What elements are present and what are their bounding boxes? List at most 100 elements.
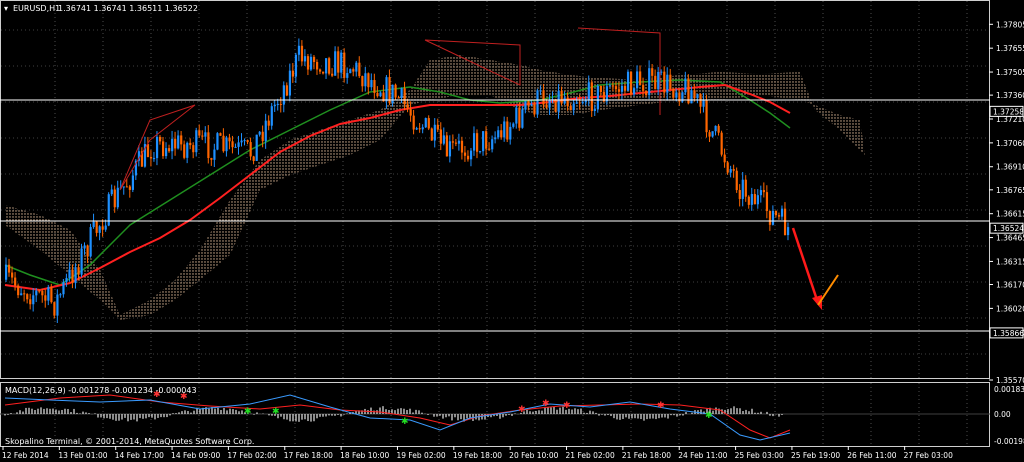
candle-body <box>71 269 74 284</box>
time-axis[interactable]: 12 Feb 2014 13 Feb 01:00 14 Feb 17:00 14 Fe… <box>2 446 953 460</box>
candle-body <box>210 158 213 160</box>
candle-body <box>717 125 720 133</box>
time-tick-label: 13 Feb 01:00 <box>58 451 107 460</box>
candle-body <box>198 130 201 136</box>
candle-body <box>237 142 240 147</box>
candle-body <box>572 103 575 111</box>
candle-body <box>442 135 445 144</box>
candle-body <box>337 51 340 73</box>
candle-body <box>68 269 71 278</box>
candle-body <box>660 71 663 73</box>
candle-body <box>518 107 521 128</box>
candle-body <box>376 92 379 97</box>
candle-body <box>491 139 494 150</box>
candle-body <box>409 109 412 116</box>
candle-body <box>17 285 20 296</box>
candle-body <box>708 132 711 137</box>
candle-body <box>433 124 436 141</box>
candle-body <box>358 62 361 77</box>
candle-body <box>77 267 80 275</box>
candle-body <box>303 56 307 62</box>
candle-body <box>267 120 270 126</box>
candle-body <box>231 141 234 148</box>
candle-body <box>331 73 334 76</box>
candle-body <box>26 294 29 300</box>
time-tick-label: 14 Feb 17:00 <box>115 451 164 460</box>
candle-body <box>657 71 660 90</box>
candle-body <box>460 140 464 153</box>
candle-body <box>457 140 461 144</box>
dropdown-arrow-icon[interactable]: ▾ <box>4 4 8 13</box>
candle-body <box>500 130 503 138</box>
candle-body <box>488 148 491 150</box>
candle-body <box>530 103 533 106</box>
candle-body <box>373 80 376 93</box>
candle-body <box>201 135 204 137</box>
candle-body <box>623 86 627 91</box>
candle-body <box>174 138 177 149</box>
candle-body <box>759 190 763 196</box>
candle-body <box>584 100 587 103</box>
price-tick-label: 1.36465 <box>996 234 1024 243</box>
candle-body <box>322 71 325 74</box>
candle-body <box>675 92 678 98</box>
candle-body <box>587 82 590 101</box>
candle-body <box>569 106 572 111</box>
candle-body <box>397 97 400 99</box>
candle-body <box>581 102 584 104</box>
candle-body <box>578 102 581 104</box>
candle-body <box>729 169 732 173</box>
time-tick-label: 14 Feb 09:00 <box>171 451 220 460</box>
svg-text:✱: ✱ <box>705 411 713 421</box>
candle-body <box>86 245 89 257</box>
candle-body <box>243 140 246 142</box>
candle-body <box>536 90 539 115</box>
candle-body <box>629 71 633 95</box>
candle-body <box>285 85 288 96</box>
candle-body <box>288 70 292 96</box>
candle-body <box>750 194 753 205</box>
candle-body <box>343 52 346 78</box>
candle-body <box>494 137 497 140</box>
candle-body <box>738 190 741 199</box>
time-tick-label: 20 Feb 10:00 <box>509 451 558 460</box>
candle-body <box>747 196 750 205</box>
candle-body <box>325 58 328 74</box>
candle-body <box>503 121 506 138</box>
candle-body <box>454 142 458 144</box>
candle-body <box>723 154 726 163</box>
candle-body <box>466 155 470 160</box>
candle-body <box>113 189 116 208</box>
candle-body <box>599 85 602 92</box>
candle-body <box>735 170 738 191</box>
candle-body <box>765 192 769 211</box>
candle-body <box>476 133 479 152</box>
time-tick-label: 25 Feb 03:00 <box>735 451 784 460</box>
candle-body <box>364 73 367 87</box>
candle-body <box>463 152 467 156</box>
time-tick-label: 21 Feb 02:00 <box>566 451 615 460</box>
candle-body <box>642 84 645 91</box>
candle-body <box>379 92 382 97</box>
candle-body <box>183 144 186 158</box>
ohlc-values: 1.36741 1.36741 1.36511 1.36522 <box>58 4 198 13</box>
candle-body <box>479 151 482 153</box>
candle-body <box>448 141 452 157</box>
candle-body <box>98 226 101 233</box>
candle-body <box>180 135 183 145</box>
candle-body <box>264 120 267 142</box>
candle-body <box>261 131 264 142</box>
candle-body <box>400 88 403 98</box>
price-marker-label: 1.37258 <box>993 107 1024 116</box>
candle-body <box>436 124 439 130</box>
candle-body <box>249 142 252 157</box>
candle-body <box>352 69 355 72</box>
chart-window[interactable]: ✱ ✱ ✱ ✱ ✱ ✱ ✱ ✱ ✱ ✱ ▾ EURUSD,H1 1.36741 … <box>0 0 1024 462</box>
time-tick-label: 24 Feb 11:00 <box>678 451 727 460</box>
macd-axis[interactable]: 0.001839 0.00 -0.001987 <box>994 385 1024 446</box>
candle-body <box>548 100 551 108</box>
candle-body <box>228 137 231 142</box>
candle-body <box>693 90 696 99</box>
price-panel[interactable] <box>0 0 990 379</box>
price-axis[interactable]: 1.378051.376551.375051.373601.372101.370… <box>989 20 1024 385</box>
